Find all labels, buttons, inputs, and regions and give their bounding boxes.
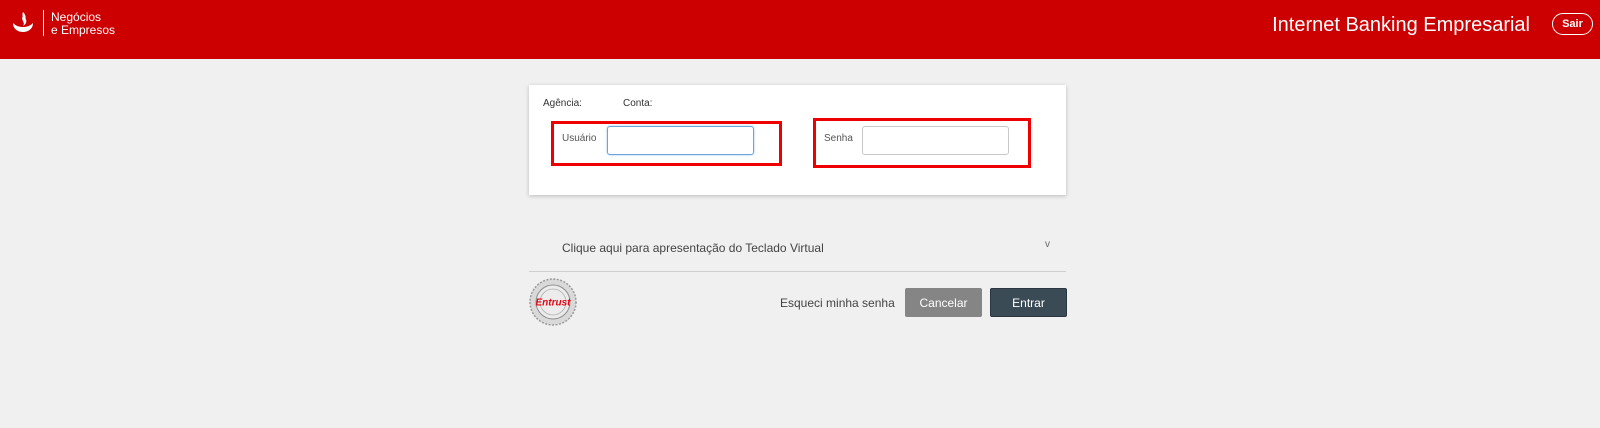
senha-input[interactable] — [862, 126, 1009, 155]
senha-label: Senha — [824, 133, 853, 144]
login-card: Agência: Conta: Usuário Senha — [529, 85, 1066, 195]
virtual-keyboard-toggle[interactable]: Clique aqui para apresentação do Teclado… — [529, 232, 1066, 272]
agencia-label: Agência: — [543, 98, 582, 109]
chevron-down-icon: v — [1045, 239, 1050, 250]
entrust-secured-seal-icon: Entrust — [529, 278, 577, 326]
usuario-label: Usuário — [562, 133, 597, 144]
app-title: Internet Banking Empresarial — [1272, 14, 1530, 36]
usuario-input[interactable] — [607, 126, 754, 155]
forgot-password-link[interactable]: Esqueci minha senha — [780, 296, 895, 310]
cancel-button[interactable]: Cancelar — [905, 288, 982, 317]
logo-divider — [43, 10, 44, 36]
enter-button[interactable]: Entrar — [990, 288, 1067, 317]
brand-name-line2: e Empresos — [51, 23, 116, 37]
logout-button[interactable]: Sair — [1552, 13, 1593, 35]
seal-brand-text: Entrust — [536, 298, 572, 309]
virtual-keyboard-label: Clique aqui para apresentação do Teclado… — [562, 241, 824, 255]
top-header: Negócios e Empresos Internet Banking Emp… — [0, 0, 1600, 59]
santander-flame-logo-icon — [13, 12, 33, 32]
conta-label: Conta: — [623, 98, 653, 109]
